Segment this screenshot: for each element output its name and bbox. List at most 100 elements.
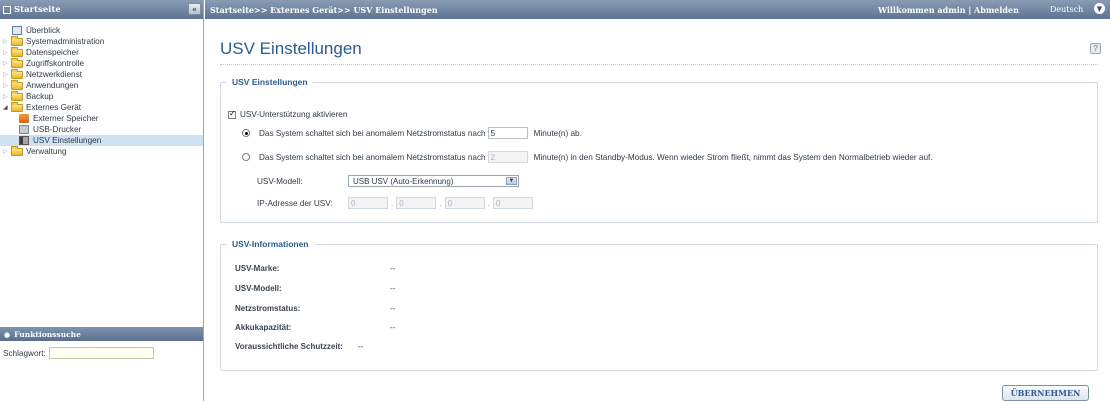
- shutdown-option-text: Das System schaltet sich bei anomalem Ne…: [259, 128, 486, 138]
- standby-suffix: Minute(n) in den Standby-Modus. Wenn wie…: [533, 152, 933, 162]
- collapse-sidebar-button[interactable]: «: [188, 3, 201, 15]
- power-status-value: --: [390, 304, 396, 313]
- expand-arrow-icon[interactable]: ▷: [3, 148, 11, 155]
- standby-option-text: Das System schaltet sich bei anomalem Ne…: [259, 152, 486, 162]
- enable-ups-checkbox[interactable]: [228, 109, 236, 119]
- shutdown-minutes-input[interactable]: [487, 127, 528, 139]
- sidebar-item-network-service[interactable]: ▷ Netzwerkdienst: [0, 68, 203, 80]
- shutdown-option-row: Das System schaltet sich bei anomalem Ne…: [242, 127, 582, 139]
- power-status-label: Netzstromstatus:: [235, 304, 301, 313]
- shutdown-suffix: Minute(n) ab.: [533, 128, 582, 138]
- ups-model-info-label: USV-Modell:: [235, 284, 282, 293]
- search-bullet-icon: ●: [4, 329, 11, 339]
- sidebar-item-usb-printer[interactable]: USB-Drucker: [0, 124, 203, 135]
- folder-icon: [11, 79, 23, 90]
- sidebar-item-label: Externer Speicher: [33, 114, 99, 123]
- keyword-input[interactable]: [48, 347, 154, 359]
- ups-icon: [19, 136, 29, 145]
- ip-octet-3-input[interactable]: [444, 197, 485, 209]
- expand-arrow-icon[interactable]: ▷: [3, 38, 11, 45]
- battery-capacity-label: Akkukapazität:: [235, 323, 292, 332]
- page-title: USV Einstellungen: [220, 39, 362, 58]
- home-icon: [3, 5, 11, 14]
- ip-separator: .: [487, 198, 490, 208]
- folder-icon: [11, 145, 23, 156]
- shutdown-radio[interactable]: [242, 129, 250, 137]
- standby-option-row: Das System schaltet sich bei anomalem Ne…: [242, 151, 933, 163]
- folder-icon: [11, 68, 23, 79]
- collapse-arrow-icon[interactable]: ◢: [3, 104, 11, 111]
- ups-settings-legend: USV Einstellungen: [232, 77, 308, 87]
- function-search-panel: ● Funktionssuche Schlagwort:: [0, 327, 203, 401]
- top-bar: Startseite>> Externes Gerät>> USV Einste…: [205, 0, 1110, 19]
- folder-icon: [11, 57, 23, 68]
- ip-octet-4-input[interactable]: [492, 197, 533, 209]
- external-storage-icon: [19, 114, 29, 123]
- ip-separator: .: [391, 198, 394, 208]
- sidebar-item-ups-settings[interactable]: USV Einstellungen: [0, 135, 203, 146]
- folder-open-icon: [11, 101, 23, 112]
- ip-separator: .: [439, 198, 442, 208]
- expand-arrow-icon[interactable]: ▷: [3, 71, 11, 78]
- sidebar-item-backup[interactable]: ▷ Backup: [0, 90, 203, 102]
- enable-ups-label: USV-Unterstützung aktivieren: [240, 110, 348, 119]
- ups-model-label: USV-Modell:: [257, 176, 303, 186]
- breadcrumb[interactable]: Startseite>> Externes Gerät>> USV Einste…: [210, 5, 438, 15]
- function-search-title: Funktionssuche: [14, 329, 81, 339]
- sidebar-item-data-storage[interactable]: ▷ Datenspeicher: [0, 46, 203, 58]
- sidebar-item-label: Datenspeicher: [26, 48, 79, 57]
- sidebar-item-applications[interactable]: ▷ Anwendungen: [0, 79, 203, 91]
- chevron-down-icon[interactable]: ▼: [1094, 3, 1105, 14]
- sidebar: Startseite « Überblick ▷ Systemadministr…: [0, 0, 204, 401]
- sidebar-item-label: Netzwerkdienst: [26, 70, 82, 79]
- ups-brand-value: --: [390, 264, 396, 273]
- main-content: USV Einstellungen ? USV Einstellungen US…: [205, 19, 1110, 401]
- sidebar-item-system-administration[interactable]: ▷ Systemadministration: [0, 35, 203, 47]
- ups-model-info-value: --: [390, 284, 396, 293]
- ups-model-value: USB USV (Auto-Erkennung): [353, 176, 454, 186]
- folder-icon: [11, 35, 23, 46]
- folder-icon: [11, 90, 23, 101]
- sidebar-item-label: Systemadministration: [26, 37, 105, 46]
- overview-icon: [12, 26, 22, 35]
- expand-arrow-icon[interactable]: ▷: [3, 93, 11, 100]
- ups-ip-label: IP-Adresse der USV:: [257, 198, 333, 208]
- protection-time-label: Voraussichtliche Schutzzeit:: [235, 342, 343, 351]
- expand-arrow-icon[interactable]: ▷: [3, 60, 11, 67]
- sidebar-header: Startseite «: [0, 0, 203, 19]
- keyword-label: Schlagwort:: [3, 348, 46, 358]
- sidebar-item-label: Überblick: [26, 26, 61, 35]
- standby-radio[interactable]: [242, 153, 250, 161]
- title-divider: [220, 64, 1098, 65]
- expand-arrow-icon[interactable]: ▷: [3, 82, 11, 89]
- ip-octet-2-input[interactable]: [396, 197, 437, 209]
- sidebar-item-label: USV Einstellungen: [33, 136, 102, 145]
- help-icon[interactable]: ?: [1090, 43, 1101, 54]
- ups-ip-row: IP-Adresse der USV: . . .: [257, 197, 533, 209]
- sidebar-item-label: USB-Drucker: [33, 125, 82, 134]
- sidebar-item-label: Anwendungen: [26, 81, 79, 90]
- folder-icon: [11, 46, 23, 57]
- sidebar-item-external-storage[interactable]: Externer Speicher: [0, 113, 203, 124]
- keyword-row: Schlagwort:: [0, 341, 203, 365]
- sidebar-item-overview[interactable]: Überblick: [0, 25, 203, 36]
- apply-button[interactable]: ÜBERNEHMEN: [1002, 385, 1089, 401]
- expand-arrow-icon[interactable]: ▷: [3, 49, 11, 56]
- language-selector[interactable]: Deutsch: [1050, 5, 1083, 14]
- ip-octet-1-input[interactable]: [348, 197, 388, 209]
- sidebar-item-access-control[interactable]: ▷ Zugriffskontrolle: [0, 57, 203, 69]
- sidebar-title: Startseite: [14, 4, 61, 15]
- sidebar-item-label: Backup: [26, 92, 54, 101]
- standby-minutes-input[interactable]: [487, 151, 528, 163]
- sidebar-item-label: Zugriffskontrolle: [26, 59, 85, 68]
- sidebar-item-external-device[interactable]: ◢ Externes Gerät: [0, 101, 203, 113]
- chevron-down-icon[interactable]: ▼: [506, 177, 517, 185]
- printer-icon: [19, 125, 29, 134]
- enable-ups-row: USV-Unterstützung aktivieren: [228, 109, 348, 119]
- welcome-logout-link[interactable]: Willkommen admin | Abmelden: [878, 5, 1019, 15]
- ups-brand-label: USV-Marke:: [235, 264, 280, 273]
- sidebar-item-label: Verwaltung: [26, 147, 67, 156]
- sidebar-item-management[interactable]: ▷ Verwaltung: [0, 145, 203, 157]
- protection-time-value: --: [358, 342, 364, 351]
- ups-model-select[interactable]: USB USV (Auto-Erkennung) ▼: [348, 175, 519, 187]
